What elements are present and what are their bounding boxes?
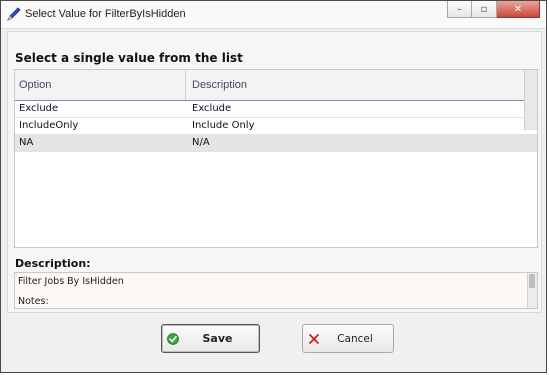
table-row-selected[interactable]: NA N/A (15, 135, 537, 152)
x-icon (308, 333, 320, 345)
description-scrollbar[interactable] (527, 273, 537, 308)
minimize-icon: – (457, 3, 462, 15)
save-button[interactable]: Save (161, 324, 260, 353)
column-header-description[interactable]: Description (186, 70, 525, 100)
notes-text: Notes: (18, 296, 49, 307)
close-icon: ✕ (513, 3, 523, 15)
cell-option: Exclude (19, 103, 59, 114)
table-row[interactable]: Exclude Exclude (15, 101, 537, 118)
instruction-heading: Select a single value from the list (15, 51, 243, 65)
table-row[interactable]: IncludeOnly Include Only (15, 118, 537, 135)
description-textbox[interactable]: Filter Jobs By IsHidden Notes: (14, 272, 538, 309)
options-grid[interactable]: Option Description Exclude Exclude Inclu… (14, 69, 538, 248)
window-title: Select Value for FilterByIsHidden (25, 8, 186, 20)
cell-option: IncludeOnly (19, 120, 79, 131)
cell-option: NA (19, 137, 34, 148)
window-controls: – ▫ ✕ (447, 1, 540, 21)
grid-rows: Exclude Exclude IncludeOnly Include Only… (15, 101, 537, 152)
cell-description: Include Only (192, 120, 255, 131)
pen-icon (6, 6, 22, 22)
grid-header: Option Description (15, 70, 525, 101)
minimize-button[interactable]: – (447, 1, 472, 18)
checkmark-circle-icon (167, 333, 179, 345)
cell-description: N/A (192, 137, 210, 148)
column-header-option[interactable]: Option (15, 70, 186, 100)
content-panel: Select a single value from the list Opti… (7, 31, 542, 313)
maximize-icon: ▫ (480, 3, 488, 15)
description-text: Filter Jobs By IsHidden (18, 276, 124, 287)
maximize-button[interactable]: ▫ (472, 1, 497, 18)
cancel-button[interactable]: Cancel (302, 324, 394, 353)
close-button[interactable]: ✕ (497, 1, 540, 18)
description-label: Description: (15, 257, 91, 270)
scrollbar-thumb[interactable] (529, 274, 535, 288)
title-bar[interactable]: Select Value for FilterByIsHidden – ▫ ✕ (1, 1, 546, 29)
dialog-window: Select Value for FilterByIsHidden – ▫ ✕ … (0, 0, 547, 373)
cell-description: Exclude (192, 103, 232, 114)
